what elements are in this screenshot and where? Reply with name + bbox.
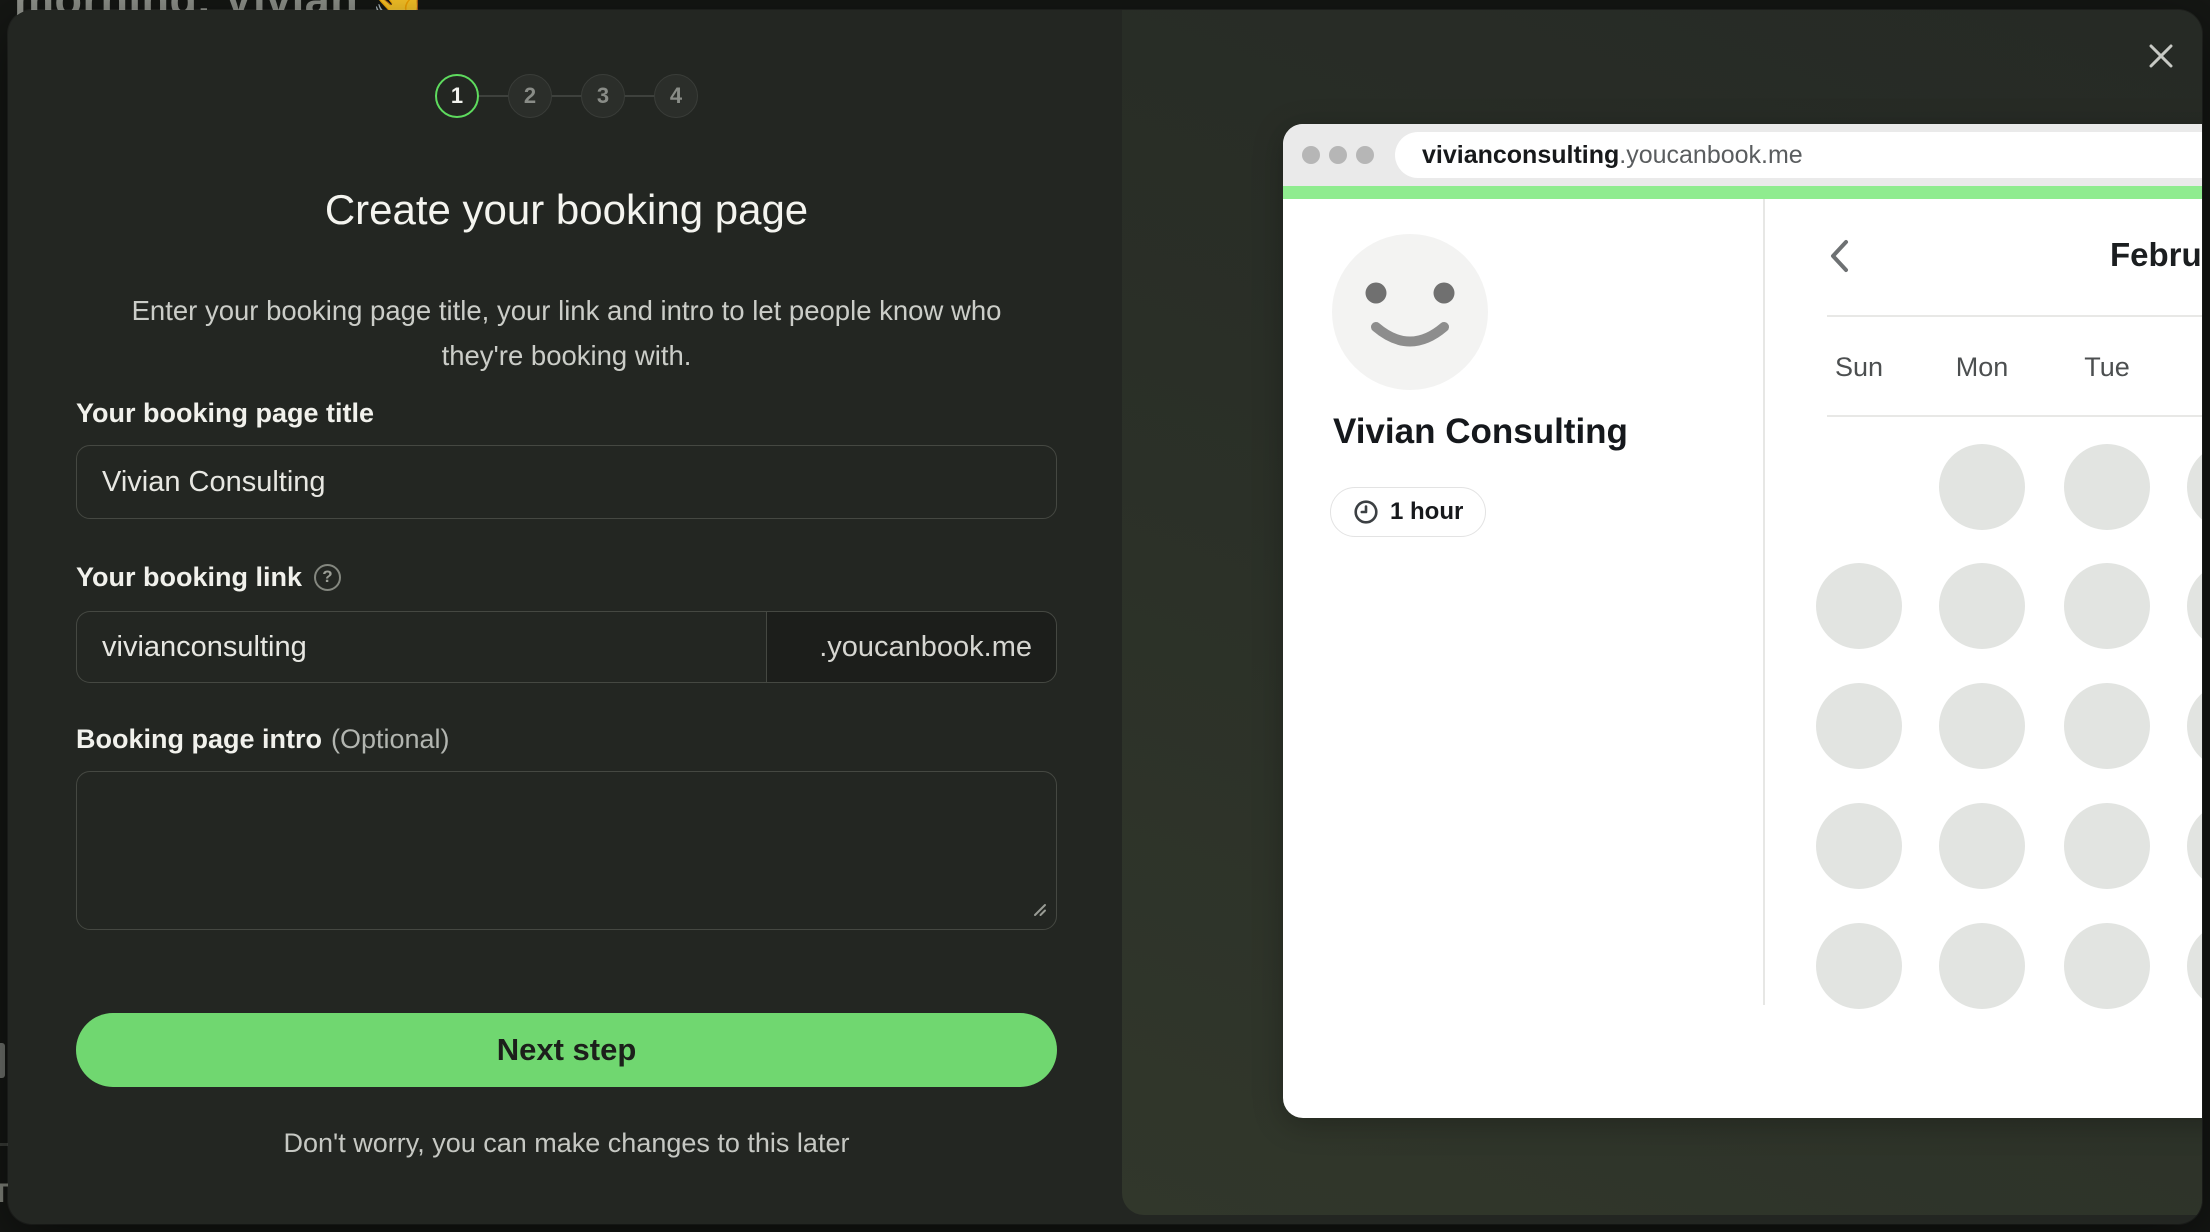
booking-page-title-input[interactable]	[76, 445, 1057, 519]
screen: morning, Vivian 👋 T 1234 Create your boo…	[0, 0, 2210, 1232]
calendar-slot	[1939, 683, 2025, 769]
stepper-connector	[552, 95, 581, 97]
close-button[interactable]	[2142, 37, 2180, 75]
stepper-step-4: 4	[654, 74, 698, 118]
stepper-step-1: 1	[435, 74, 479, 118]
booking-link-label-text: Your booking link	[76, 562, 302, 593]
duration-badge: 1 hour	[1330, 487, 1486, 537]
day-header-wed: Wed	[2185, 352, 2202, 383]
calendar-slot	[2064, 563, 2150, 649]
url-subdomain: vivianconsulting	[1422, 141, 1619, 170]
preview-profile-name: Vivian Consulting	[1333, 410, 1628, 454]
window-dot-icon	[1329, 146, 1347, 164]
help-icon[interactable]: ?	[314, 564, 341, 591]
calendar-slot	[1816, 803, 1902, 889]
clock-icon	[1353, 499, 1379, 525]
booking-link-suffix: .youcanbook.me	[766, 611, 1057, 683]
calendar-slot	[2064, 444, 2150, 530]
browser-window-dots	[1302, 146, 1374, 164]
subtitle: Enter your booking page title, your link…	[121, 288, 1012, 378]
day-header-mon: Mon	[1937, 352, 2027, 383]
calendar-divider	[1827, 415, 2202, 417]
calendar-slot	[2187, 444, 2202, 530]
calendar-slot	[2187, 683, 2202, 769]
window-dot-icon	[1302, 146, 1320, 164]
booking-intro-label-text: Booking page intro	[76, 724, 322, 755]
window-dot-icon	[1356, 146, 1374, 164]
stepper-connector	[625, 95, 654, 97]
calendar-slot	[1939, 444, 2025, 530]
calendar-divider	[1827, 315, 2202, 317]
form-panel: 1234 Create your booking page Enter your…	[8, 10, 1122, 1224]
calendar-slot	[2187, 803, 2202, 889]
brand-color-stripe	[1283, 186, 2202, 199]
background-scroll-fragment	[0, 1043, 5, 1078]
booking-link-row: .youcanbook.me	[76, 611, 1057, 683]
url-domain: .youcanbook.me	[1619, 141, 1802, 170]
close-icon	[2147, 42, 2175, 70]
calendar-slot	[2187, 563, 2202, 649]
onboarding-modal: 1234 Create your booking page Enter your…	[8, 10, 2202, 1224]
preview-column-divider	[1763, 199, 1765, 1005]
booking-page-title-label-text: Your booking page title	[76, 398, 374, 429]
calendar-slot	[1816, 923, 1902, 1009]
calendar-month-label: February	[2110, 236, 2202, 274]
avatar	[1332, 234, 1488, 390]
calendar-slot	[2187, 923, 2202, 1009]
stepper-connector	[479, 95, 508, 97]
calendar-slot	[2064, 803, 2150, 889]
next-step-button[interactable]: Next step	[76, 1013, 1057, 1087]
day-header-tue: Tue	[2062, 352, 2152, 383]
browser-toolbar: vivianconsulting.youcanbook.me	[1283, 124, 2202, 186]
calendar-slot	[1816, 563, 1902, 649]
booking-intro-label: Booking page intro (Optional)	[76, 722, 450, 756]
chevron-left-icon	[1827, 238, 1853, 274]
calendar-slot	[1939, 923, 2025, 1009]
booking-link-label: Your booking link ?	[76, 560, 341, 594]
day-header-sun: Sun	[1814, 352, 1904, 383]
stepper: 1234	[76, 74, 1057, 118]
calendar-slot	[2064, 683, 2150, 769]
calendar-slot	[1939, 563, 2025, 649]
footer-note: Don't worry, you can make changes to thi…	[76, 1128, 1057, 1159]
stepper-step-3: 3	[581, 74, 625, 118]
preview-panel: vivianconsulting.youcanbook.me Vivian Co…	[1122, 10, 2202, 1215]
stepper-step-2: 2	[508, 74, 552, 118]
smiley-face-icon	[1332, 234, 1488, 390]
booking-link-input[interactable]	[76, 611, 766, 683]
booking-intro-textarea[interactable]	[76, 771, 1057, 930]
calendar-slot	[2064, 923, 2150, 1009]
page-title: Create your booking page	[76, 184, 1057, 236]
calendar-slot	[1816, 683, 1902, 769]
browser-url-bar: vivianconsulting.youcanbook.me	[1395, 132, 2202, 178]
browser-preview: vivianconsulting.youcanbook.me Vivian Co…	[1283, 124, 2202, 1118]
calendar-slot	[1939, 803, 2025, 889]
booking-page-title-label: Your booking page title	[76, 396, 374, 430]
duration-label: 1 hour	[1390, 498, 1463, 526]
optional-hint: (Optional)	[331, 724, 450, 755]
